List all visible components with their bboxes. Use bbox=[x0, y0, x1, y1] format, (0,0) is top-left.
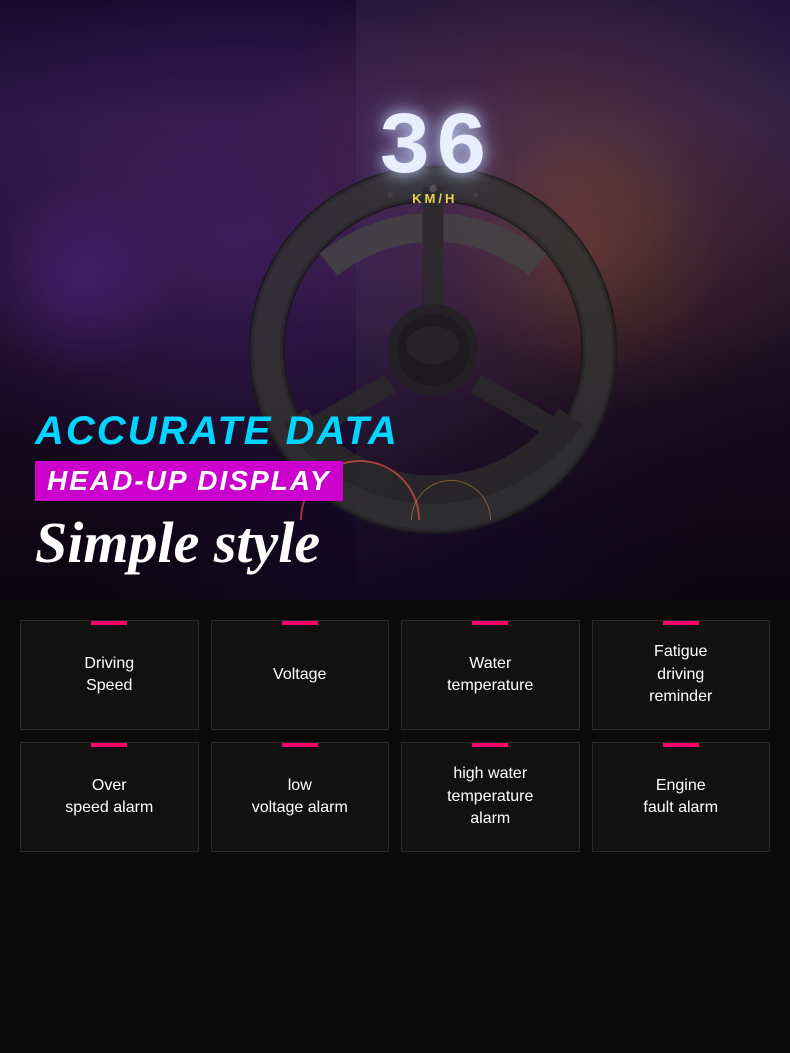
feature-label-driving-speed: DrivingSpeed bbox=[84, 653, 134, 698]
features-section: DrivingSpeed Voltage Watertemperature Fa… bbox=[0, 600, 790, 1053]
feature-card-voltage: Voltage bbox=[211, 620, 390, 730]
speed-readout: 36 bbox=[378, 100, 492, 199]
hud-display: 36 KM/H bbox=[378, 100, 492, 206]
page-wrapper: 36 KM/H bbox=[0, 0, 790, 1053]
feature-card-fatigue-driving: Fatiguedrivingreminder bbox=[592, 620, 771, 730]
feature-card-low-voltage: lowvoltage alarm bbox=[211, 742, 390, 852]
feature-label-over-speed: Overspeed alarm bbox=[65, 775, 153, 820]
feature-card-water-temperature: Watertemperature bbox=[401, 620, 580, 730]
speed-digit-3: 3 bbox=[378, 100, 435, 199]
feature-card-over-speed: Overspeed alarm bbox=[20, 742, 199, 852]
accurate-data-heading: ACCURATE DATA bbox=[35, 407, 755, 455]
feature-label-low-voltage: lowvoltage alarm bbox=[252, 775, 348, 820]
feature-card-driving-speed: DrivingSpeed bbox=[20, 620, 199, 730]
features-row-1: DrivingSpeed Voltage Watertemperature Fa… bbox=[20, 620, 770, 730]
head-up-display-badge: HEAD-UP DISPLAY bbox=[35, 461, 343, 501]
feature-label-high-water-temp: high watertemperaturealarm bbox=[447, 763, 533, 830]
speed-digit-6: 6 bbox=[435, 100, 492, 199]
feature-label-fatigue-driving: Fatiguedrivingreminder bbox=[649, 641, 712, 708]
feature-card-high-water-temp: high watertemperaturealarm bbox=[401, 742, 580, 852]
feature-card-engine-fault: Enginefault alarm bbox=[592, 742, 771, 852]
features-row-2: Overspeed alarm lowvoltage alarm high wa… bbox=[20, 742, 770, 852]
feature-label-water-temperature: Watertemperature bbox=[447, 653, 533, 698]
hero-text-overlay: ACCURATE DATA HEAD-UP DISPLAY Simple sty… bbox=[0, 387, 790, 600]
feature-label-engine-fault: Enginefault alarm bbox=[643, 775, 718, 820]
feature-label-voltage: Voltage bbox=[273, 664, 326, 686]
hero-section: 36 KM/H bbox=[0, 0, 790, 600]
simple-style-heading: Simple style bbox=[35, 511, 755, 575]
